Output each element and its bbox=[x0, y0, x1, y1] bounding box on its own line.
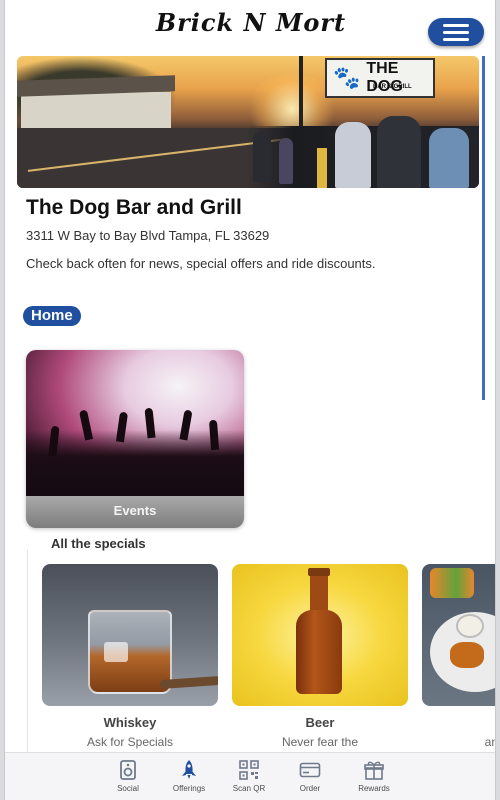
events-label: Events bbox=[26, 496, 244, 528]
beer-image bbox=[232, 564, 408, 706]
home-section-label: Home bbox=[23, 306, 81, 326]
bottom-navigation: Social Offerings Scan QR Order Rewards bbox=[5, 752, 495, 800]
scroll-indicator[interactable] bbox=[482, 56, 485, 400]
special-name: Beer bbox=[305, 715, 335, 730]
rocket-icon bbox=[182, 760, 196, 779]
nav-social[interactable]: Social bbox=[101, 759, 155, 793]
venue-address[interactable]: 3311 W Bay to Bay Blvd Tampa, FL 33629 bbox=[26, 228, 269, 243]
venue-tagline: Check back often for news, special offer… bbox=[26, 256, 376, 271]
paw-icon: 🐾 bbox=[333, 65, 361, 90]
nav-order[interactable]: Order bbox=[283, 759, 337, 793]
specials-carousel[interactable]: Whiskey Ask for Specials Beer Never fear… bbox=[27, 550, 495, 755]
special-desc: Never fear the bbox=[281, 735, 359, 749]
hamburger-menu-button[interactable] bbox=[428, 18, 484, 46]
app-header: Brick N Mort bbox=[5, 0, 495, 52]
venue-hero-image: 🐾 THE DOG BAR & GRILL bbox=[17, 56, 479, 188]
whiskey-image bbox=[42, 564, 218, 706]
app-screen: Brick N Mort 🐾 THE DOG BAR & GRILL The D… bbox=[4, 0, 496, 800]
specials-heading: All the specials bbox=[51, 536, 146, 551]
brand-logo: Brick N Mort bbox=[155, 8, 347, 37]
speaker-icon bbox=[120, 760, 136, 780]
gift-icon bbox=[364, 761, 384, 780]
bar-sign: 🐾 THE DOG BAR & GRILL bbox=[325, 58, 435, 98]
venue-name: The Dog Bar and Grill bbox=[26, 196, 242, 219]
nav-scan-qr[interactable]: Scan QR bbox=[222, 759, 276, 793]
special-card-beer[interactable]: Beer Never fear the bbox=[232, 564, 408, 755]
qr-code-icon bbox=[239, 760, 259, 780]
special-desc: an bbox=[484, 735, 495, 749]
events-card[interactable]: Events bbox=[26, 350, 244, 528]
nav-offerings[interactable]: Offerings bbox=[162, 759, 216, 793]
special-card-wings[interactable]: an bbox=[422, 564, 495, 755]
special-name: Whiskey bbox=[103, 715, 157, 730]
special-desc: Ask for Specials bbox=[86, 735, 174, 749]
wings-image bbox=[422, 564, 495, 706]
card-icon bbox=[299, 762, 321, 778]
hamburger-menu-icon bbox=[443, 23, 469, 27]
special-card-whiskey[interactable]: Whiskey Ask for Specials bbox=[42, 564, 218, 755]
nav-rewards[interactable]: Rewards bbox=[347, 759, 401, 793]
events-image bbox=[26, 350, 244, 496]
